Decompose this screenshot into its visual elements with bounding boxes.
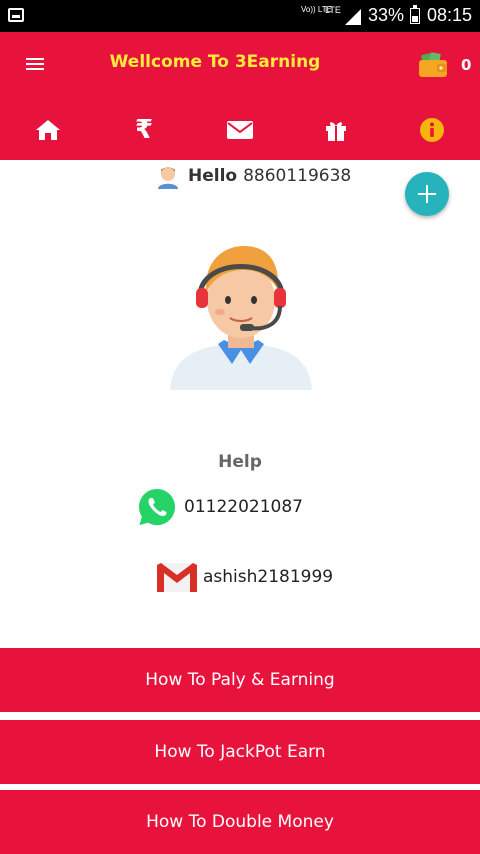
- app-title: Wellcome To 3Earning: [109, 52, 321, 72]
- app-header: Wellcome To 3Earning 0 ₹: [0, 32, 480, 160]
- lte-indicator: LTE: [325, 5, 341, 15]
- gmail-icon: [157, 563, 197, 592]
- how-to-jackpot-earn-button[interactable]: How To JackPot Earn: [0, 720, 480, 784]
- user-phone: 8860119638: [243, 166, 352, 186]
- greeting: Hello 8860119638: [156, 162, 351, 190]
- support-agent-illustration: [170, 246, 312, 390]
- whatsapp-icon: [139, 489, 175, 526]
- email-contact[interactable]: ashish2181999: [155, 560, 333, 594]
- add-button[interactable]: [405, 172, 449, 216]
- greeting-label: Hello: [188, 166, 238, 186]
- clock: 08:15: [427, 5, 473, 25]
- how-to-play-earning-button[interactable]: How To Paly & Earning: [0, 648, 480, 712]
- battery-percent: 33%: [368, 5, 405, 25]
- notification-icon: [8, 8, 24, 22]
- status-bar: Vo)) LTE LTE 33% 08:15: [0, 0, 480, 32]
- user-avatar-icon: [158, 167, 178, 189]
- nav-bar: ₹: [0, 112, 480, 148]
- wallet-balance: 0: [461, 56, 472, 74]
- rupee-icon[interactable]: ₹: [122, 112, 166, 148]
- mail-icon[interactable]: [218, 112, 262, 148]
- battery-icon: [410, 5, 420, 24]
- wallet-icon[interactable]: [418, 52, 448, 78]
- plus-icon: [418, 185, 436, 203]
- info-icon[interactable]: [410, 112, 454, 148]
- home-icon[interactable]: [26, 112, 70, 148]
- gift-icon[interactable]: [314, 112, 358, 148]
- signal-icon: [345, 9, 361, 25]
- how-to-double-money-button[interactable]: How To Double Money: [0, 790, 480, 854]
- email-address: ashish2181999: [203, 567, 334, 587]
- whatsapp-number: 01122021087: [184, 497, 303, 517]
- help-title: Help: [218, 452, 262, 472]
- whatsapp-contact[interactable]: 01122021087: [136, 486, 303, 528]
